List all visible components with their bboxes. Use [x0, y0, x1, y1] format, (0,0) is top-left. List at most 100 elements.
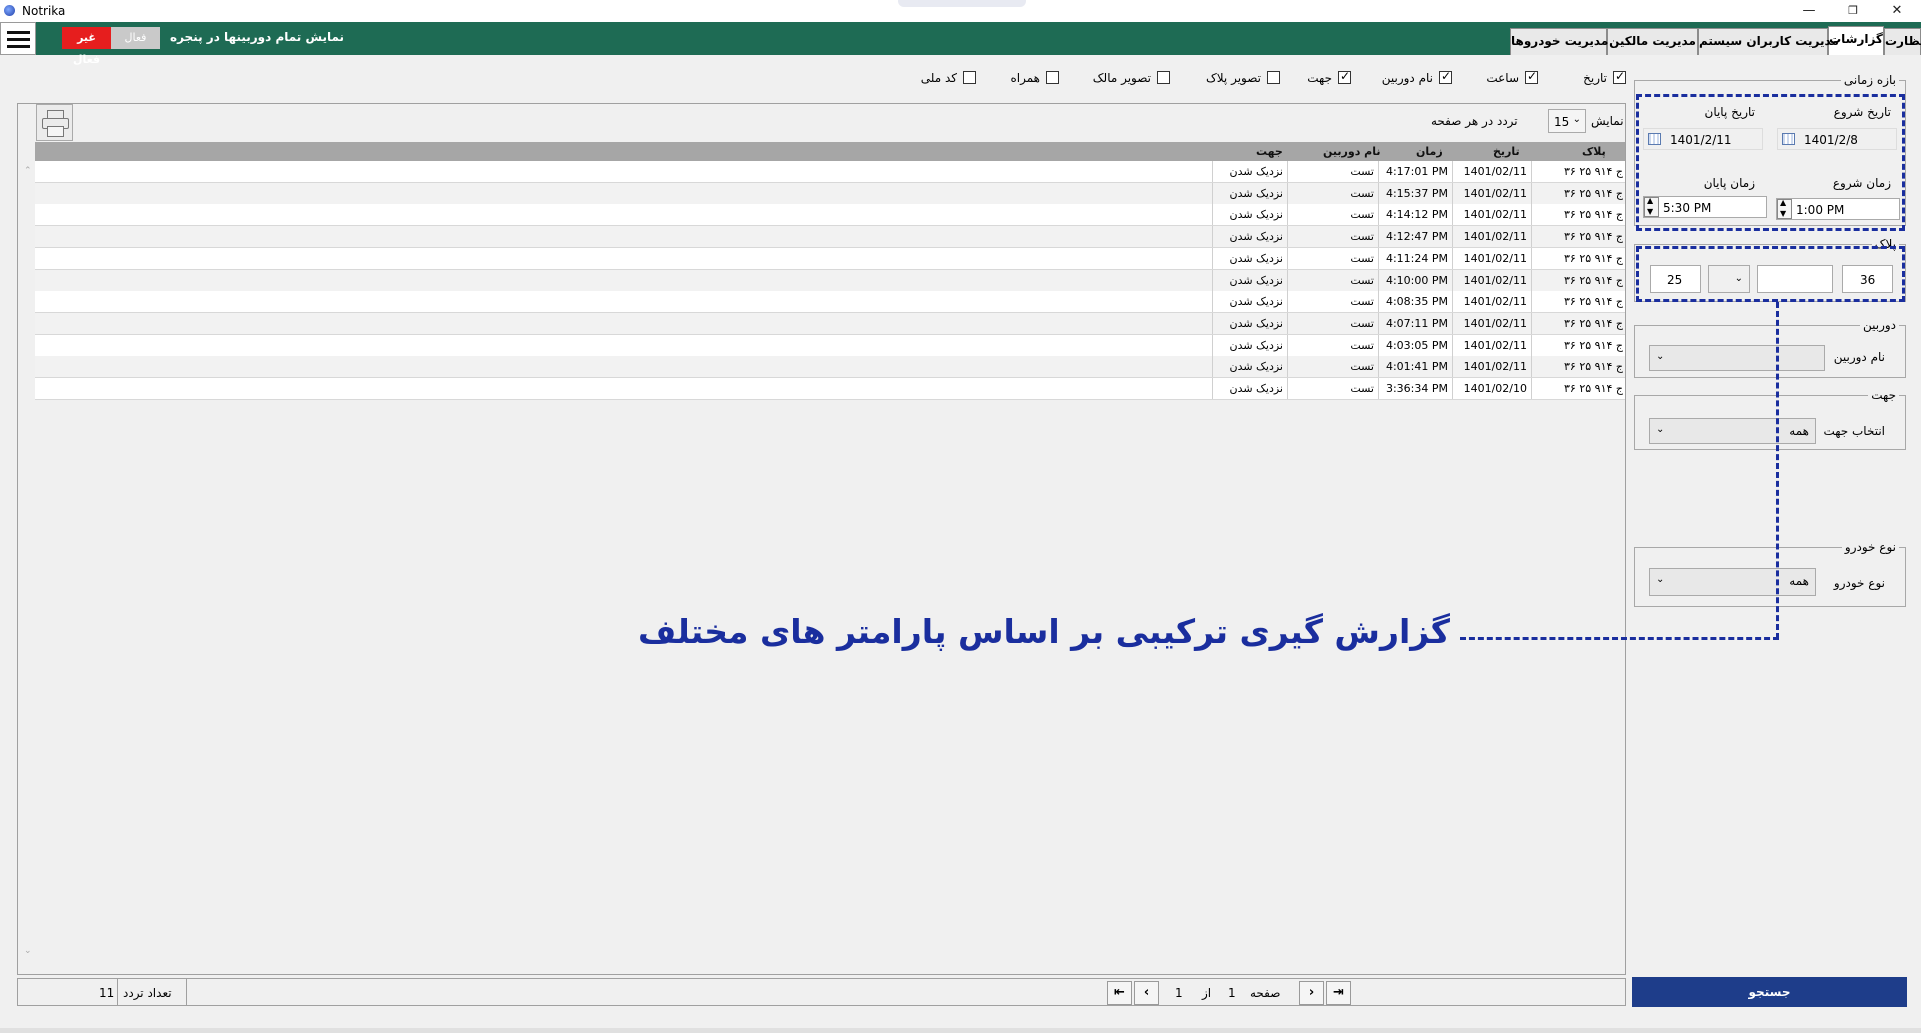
results-grid-panel: نمایش 15 ⌄ تردد در هر صفحه پلاک تاریخ زم… — [17, 103, 1626, 975]
show-label: نمایش — [1591, 114, 1624, 128]
column-toggle-time[interactable]: ساعت — [1483, 69, 1538, 86]
column-toggle-national-id[interactable]: کد ملی — [918, 70, 976, 86]
column-header-direction[interactable]: جهت — [1256, 145, 1283, 158]
column-header-plate[interactable]: پلاک — [1582, 145, 1606, 158]
app-header: غیر فعال فعال نمایش تمام دوربینها در پنج… — [0, 22, 1921, 66]
search-button[interactable]: جستجو — [1632, 977, 1907, 1007]
previous-page-icon[interactable]: ‹ — [1134, 981, 1159, 1005]
table-cell: 1401/02/11 — [1452, 334, 1531, 356]
table-row[interactable]: ۳۶ ج ۹۱۴ ۲۵ 1401/02/11 4:01:41 PM تست نزدیک … — [35, 356, 1627, 379]
hamburger-menu-icon[interactable] — [0, 22, 36, 55]
table-row[interactable]: ۳۶ ج ۹۱۴ ۲۵ 1401/02/11 4:10:00 PM تست نزدیک … — [35, 269, 1627, 292]
checkbox-companion[interactable] — [1046, 71, 1059, 84]
toggle-off-option[interactable]: غیر فعال — [62, 27, 111, 66]
checkbox-direction[interactable] — [1338, 69, 1351, 84]
tab-system-users[interactable]: مدیریت کاربران سیستم — [1698, 28, 1839, 55]
table-cell: 1401/02/11 — [1452, 182, 1531, 204]
table-row[interactable]: ۳۶ ج ۹۱۴ ۲۵ 1401/02/11 4:12:47 PM تست نزدیک … — [35, 226, 1625, 249]
checkbox-camera-name[interactable] — [1439, 69, 1452, 84]
table-cell: 1401/02/10 — [1452, 378, 1531, 399]
scroll-down-icon[interactable]: ⌄ — [24, 946, 32, 956]
table-cell: نزدیک شدن — [1212, 356, 1287, 378]
vehicle-type-select[interactable]: ⌄ همه — [1649, 568, 1816, 596]
tab-vehicles[interactable]: مدیریت خودروها — [1510, 28, 1608, 55]
checkbox-national-id[interactable] — [963, 71, 976, 84]
table-cell: ۳۶ ج ۹۱۴ ۲۵ — [1531, 356, 1627, 378]
table-row[interactable]: ۳۶ ج ۹۱۴ ۲۵ 1401/02/10 3:36:34 PM تست نزدیک … — [35, 378, 1625, 400]
table-cell: نزدیک شدن — [1212, 182, 1287, 204]
tab-owners[interactable]: مدیریت مالکین — [1607, 28, 1698, 55]
toggle-on-option[interactable]: فعال — [111, 27, 160, 49]
column-toggle-companion[interactable]: همراه — [1010, 70, 1059, 86]
camera-window-toggle[interactable]: غیر فعال فعال — [62, 27, 160, 66]
table-cell: نزدیک شدن — [1212, 378, 1287, 399]
table-cell: 3:36:34 PM — [1378, 378, 1452, 399]
show-all-cameras-label: نمایش تمام دوربینها در پنجره — [170, 30, 345, 44]
table-row[interactable]: ۳۶ ج ۹۱۴ ۲۵ 1401/02/11 4:14:12 PM تست نزدیک … — [35, 204, 1625, 227]
table-header: پلاک تاریخ زمان نام دوربین جهت — [35, 142, 1625, 161]
restore-button[interactable]: ❐ — [1831, 0, 1875, 22]
current-page: 1 — [1228, 986, 1236, 1000]
table-cell: 4:11:24 PM — [1378, 247, 1452, 269]
table-cell: تست — [1287, 312, 1378, 334]
table-cell: 4:17:01 PM — [1378, 161, 1452, 182]
table-cell: 4:03:05 PM — [1378, 334, 1452, 356]
table-row[interactable]: ۳۶ ج ۹۱۴ ۲۵ 1401/02/11 4:17:01 PM تست نزدیک … — [35, 161, 1625, 183]
table-cell: تست — [1287, 247, 1378, 269]
table-cell: ۳۶ ج ۹۱۴ ۲۵ — [1531, 312, 1627, 334]
table-cell: نزدیک شدن — [1212, 247, 1287, 269]
table-row[interactable]: ۳۶ ج ۹۱۴ ۲۵ 1401/02/11 4:07:11 PM تست نزدیک … — [35, 312, 1627, 335]
column-header-time[interactable]: زمان — [1416, 145, 1443, 158]
column-toggle-camera-name[interactable]: نام دوربین — [1376, 69, 1452, 86]
column-toggle-date[interactable]: تاریخ — [1568, 69, 1626, 86]
annotation-text: گزارش گیری ترکیبی بر اساس پارامتر های مخ… — [638, 612, 1450, 651]
grid-toolbar: نمایش 15 ⌄ تردد در هر صفحه — [18, 104, 1625, 141]
table-row[interactable]: ۳۶ ج ۹۱۴ ۲۵ 1401/02/11 4:08:35 PM تست نزدیک … — [35, 291, 1625, 314]
table-cell: تست — [1287, 182, 1378, 204]
table-cell: 1401/02/11 — [1452, 312, 1531, 334]
tab-monitoring[interactable]: نظارت — [1884, 28, 1921, 55]
table-cell: نزدیک شدن — [1212, 161, 1287, 182]
printer-icon[interactable] — [36, 104, 73, 141]
camera-select[interactable]: ⌄ — [1649, 345, 1825, 371]
checkbox-time[interactable] — [1525, 69, 1538, 84]
first-page-icon[interactable]: ⇤ — [1107, 981, 1132, 1005]
minimize-button[interactable]: — — [1787, 0, 1831, 22]
table-row[interactable]: ۳۶ ج ۹۱۴ ۲۵ 1401/02/11 4:11:24 PM تست نزدیک … — [35, 247, 1627, 270]
column-toggle-plate-image[interactable]: تصویر پلاک — [1200, 70, 1280, 86]
close-button[interactable]: ✕ — [1875, 0, 1919, 22]
table-cell: 1401/02/11 — [1452, 161, 1531, 182]
page-size-select[interactable]: 15 ⌄ — [1548, 109, 1586, 133]
table-cell: 4:14:12 PM — [1378, 204, 1452, 226]
next-page-icon[interactable]: › — [1299, 981, 1324, 1005]
annotation-highlight-plate — [1636, 246, 1905, 302]
column-toggle-direction[interactable]: جهت — [1301, 69, 1351, 86]
vehicle-type-group: نوع خودرو نوع خودرو ⌄ همه — [1634, 540, 1906, 607]
column-header-camera[interactable]: نام دوربین — [1323, 145, 1381, 158]
table-cell: 4:10:00 PM — [1378, 269, 1452, 291]
table-cell: 1401/02/11 — [1452, 356, 1531, 378]
table-cell: تست — [1287, 334, 1378, 356]
column-toggle-owner-image[interactable]: تصویر مالک — [1090, 70, 1170, 86]
table-cell: ۳۶ ج ۹۱۴ ۲۵ — [1531, 247, 1627, 269]
annotation-connector — [1776, 302, 1779, 639]
table-cell: نزدیک شدن — [1212, 334, 1287, 356]
record-count: 11 — [99, 986, 115, 1000]
checkbox-owner-image[interactable] — [1157, 71, 1170, 84]
column-header-date[interactable]: تاریخ — [1493, 145, 1520, 158]
camera-group: دوربین نام دوربین ⌄ — [1634, 318, 1906, 378]
table-cell: تست — [1287, 291, 1378, 313]
table-row[interactable]: ۳۶ ج ۹۱۴ ۲۵ 1401/02/11 4:15:37 PM تست نزدیک … — [35, 182, 1627, 205]
table-row[interactable]: ۳۶ ج ۹۱۴ ۲۵ 1401/02/11 4:03:05 PM تست نزدیک … — [35, 334, 1625, 357]
table-cell: ۳۶ ج ۹۱۴ ۲۵ — [1531, 269, 1627, 291]
table-cell: ۳۶ ج ۹۱۴ ۲۵ — [1531, 182, 1627, 204]
app-icon — [4, 5, 15, 16]
scroll-up-icon[interactable]: ⌃ — [24, 166, 32, 176]
checkbox-plate-image[interactable] — [1267, 71, 1280, 84]
direction-select[interactable]: ⌄ همه — [1649, 418, 1816, 444]
record-count-label: تعداد تردد — [123, 986, 172, 1000]
last-page-icon[interactable]: ⇥ — [1326, 981, 1351, 1005]
checkbox-date[interactable] — [1613, 69, 1626, 84]
table-cell: 4:01:41 PM — [1378, 356, 1452, 378]
annotation-connector — [1460, 637, 1779, 640]
